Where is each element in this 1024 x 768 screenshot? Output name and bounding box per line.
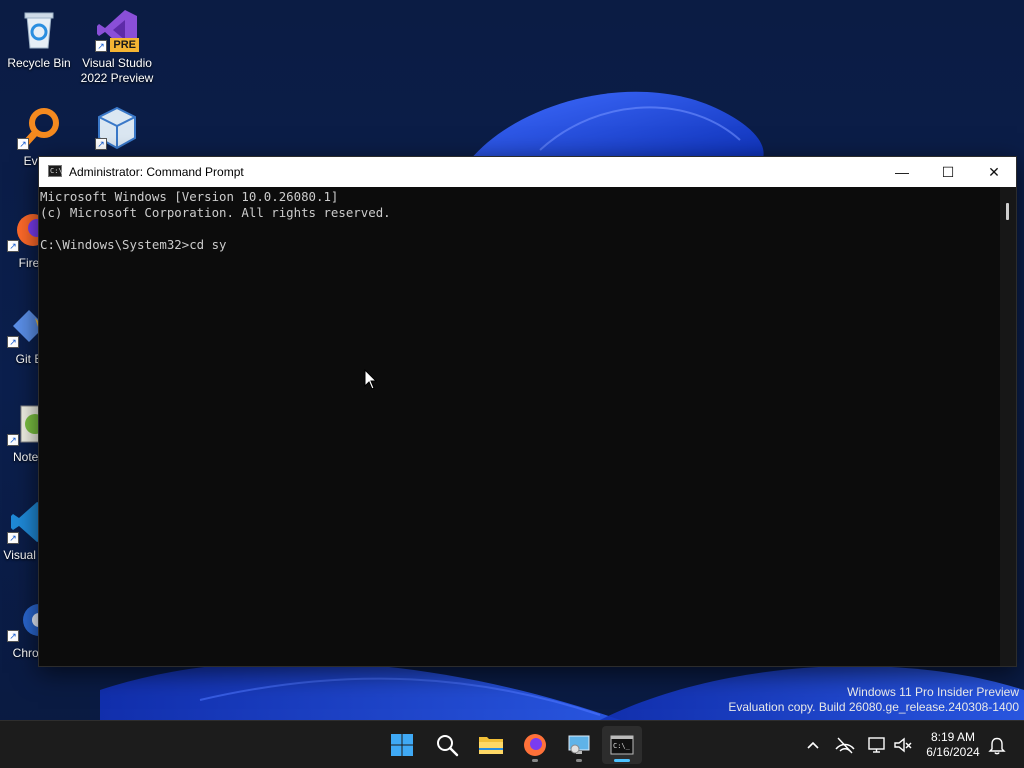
evaluation-watermark: Windows 11 Pro Insider Preview Evaluatio… — [728, 685, 1019, 715]
watermark-line-1: Windows 11 Pro Insider Preview — [847, 685, 1019, 699]
window-title: Administrator: Command Prompt — [69, 165, 244, 179]
remote-desktop-button[interactable] — [559, 726, 599, 764]
console-output[interactable]: Microsoft Windows [Version 10.0.26080.1]… — [39, 187, 1001, 666]
scrollbar-thumb[interactable] — [1006, 203, 1009, 220]
watermark-line-2: Evaluation copy. Build 26080.ge_release.… — [728, 700, 1019, 714]
shortcut-arrow-icon: ↗ — [7, 434, 19, 446]
desktop-icon-label: Visual Studio 2022 Preview — [80, 56, 154, 85]
minimize-button[interactable]: — — [879, 157, 925, 187]
recycle-bin-icon — [17, 8, 61, 52]
start-icon — [391, 734, 413, 756]
firefox-button[interactable] — [515, 726, 555, 764]
shortcut-arrow-icon: ↗ — [7, 630, 19, 642]
shortcut-arrow-icon: ↗ — [7, 336, 19, 348]
pre-badge: PRE — [110, 38, 139, 52]
clock-date: 6/16/2024 — [926, 745, 980, 759]
volume-muted-icon[interactable] — [892, 734, 914, 756]
desktop-icon-virtualbox[interactable]: ↗ — [78, 106, 156, 154]
window-titlebar[interactable]: C:\ Administrator: Command Prompt — ☐ ✕ — [39, 157, 1016, 187]
svg-text:C:\_: C:\_ — [613, 742, 631, 750]
vertical-scrollbar[interactable] — [1000, 187, 1016, 666]
shortcut-arrow-icon: ↗ — [95, 138, 107, 150]
command-prompt-window[interactable]: C:\ Administrator: Command Prompt — ☐ ✕ … — [38, 156, 1017, 667]
shortcut-arrow-icon: ↗ — [7, 532, 19, 544]
virtualbox-icon: ↗ — [95, 106, 139, 150]
running-indicator — [576, 759, 582, 762]
magnifier-icon: ↗ — [17, 106, 61, 150]
command-prompt-icon: C:\ — [48, 165, 63, 177]
file-explorer-button[interactable] — [471, 726, 511, 764]
mouse-pointer-icon — [364, 369, 378, 390]
clock-time: 8:19 AM — [930, 730, 976, 744]
running-indicator — [532, 759, 538, 762]
taskbar: C:\_ 8:19 AM 6/16/2024 — [0, 720, 1024, 768]
remote-desktop-icon — [568, 735, 590, 754]
start-button[interactable] — [382, 726, 422, 764]
taskbar-clock[interactable]: 8:19 AM 6/16/2024 — [918, 730, 988, 760]
active-indicator — [614, 759, 630, 762]
desktop-icon-label: Recycle Bin — [7, 56, 71, 70]
firefox-icon — [524, 734, 546, 756]
chevron-up-icon[interactable] — [803, 735, 823, 755]
search-button[interactable] — [427, 726, 467, 764]
command-prompt-taskbar-button[interactable]: C:\_ — [602, 726, 642, 764]
notification-bell-icon[interactable] — [986, 734, 1008, 756]
shortcut-arrow-icon: ↗ — [7, 240, 19, 252]
display-icon[interactable] — [866, 734, 888, 756]
desktop-icon-recycle-bin[interactable]: Recycle Bin — [0, 8, 78, 71]
command-prompt-icon: C:\_ — [610, 735, 634, 755]
shortcut-arrow-icon: ↗ — [95, 40, 107, 52]
close-button[interactable]: ✕ — [971, 157, 1017, 187]
file-explorer-icon — [479, 737, 503, 754]
network-offline-icon[interactable] — [834, 734, 856, 756]
visual-studio-icon: PRE ↗ — [95, 8, 139, 52]
desktop-icon-visual-studio[interactable]: PRE ↗ Visual Studio 2022 Preview — [78, 8, 156, 86]
shortcut-arrow-icon: ↗ — [17, 138, 29, 150]
search-icon — [437, 735, 459, 757]
maximize-button[interactable]: ☐ — [925, 157, 971, 187]
